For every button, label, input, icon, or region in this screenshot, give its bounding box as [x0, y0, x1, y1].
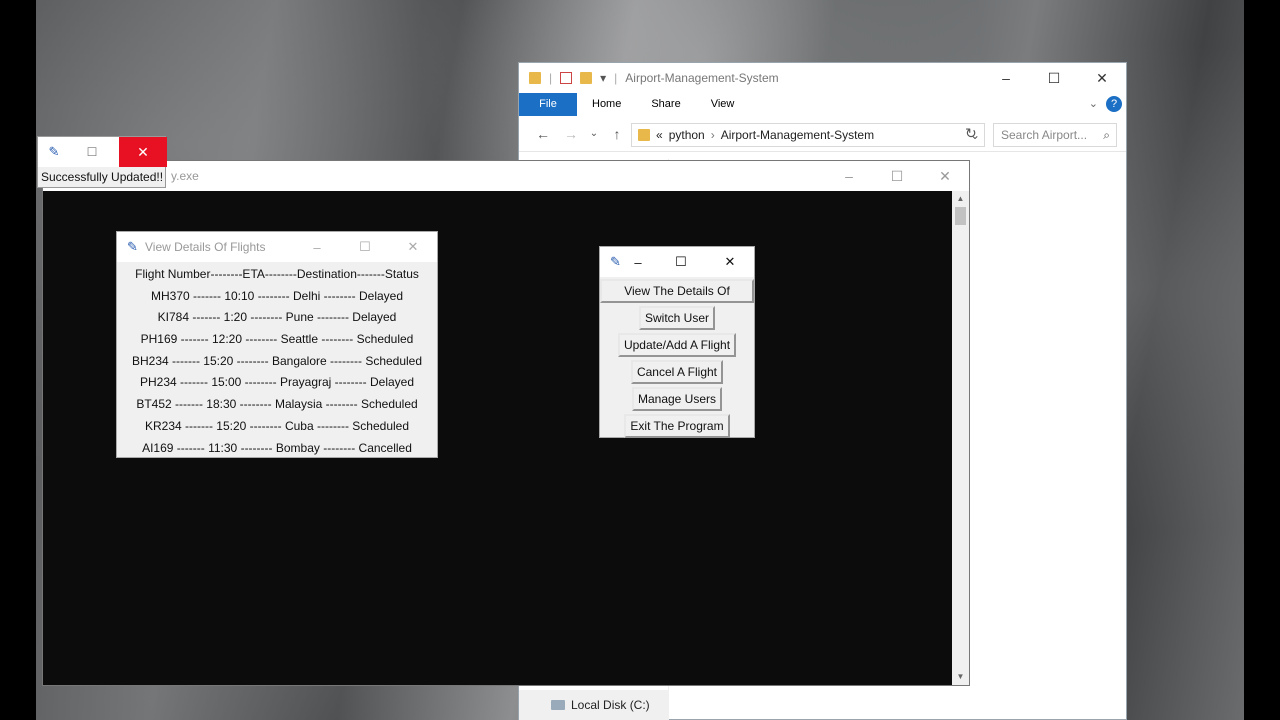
- popup-titlebar: ✎ ☐ ✕: [38, 137, 167, 167]
- close-button[interactable]: ✕: [1078, 63, 1126, 93]
- up-icon[interactable]: ↑: [603, 126, 631, 142]
- manage-users-button[interactable]: Manage Users: [631, 387, 723, 411]
- nav-item-local-disk[interactable]: Local Disk (C:): [519, 690, 669, 720]
- flight-row: PH234 ------- 15:00 -------- Prayagraj -…: [139, 375, 415, 390]
- minimize-button[interactable]: –: [620, 247, 656, 277]
- maximize-button[interactable]: ☐: [656, 247, 706, 277]
- feather-icon: ✎: [48, 144, 60, 159]
- flight-row: BT452 ------- 18:30 -------- Malaysia --…: [136, 397, 418, 412]
- flight-details-titlebar: ✎ View Details Of Flights – ☐ ✕: [117, 232, 437, 262]
- maximize-button[interactable]: ☐: [68, 137, 116, 167]
- tab-home[interactable]: Home: [577, 93, 636, 116]
- chevron-right-icon: ›: [710, 128, 715, 142]
- nav-item-label: Local Disk (C:): [571, 698, 650, 712]
- flight-row: PH169 ------- 12:20 -------- Seattle ---…: [140, 332, 414, 347]
- close-button[interactable]: ✕: [706, 247, 754, 277]
- main-menu-window: ✎ – ☐ ✕ View The Details Of Flights Swit…: [599, 246, 755, 438]
- scroll-thumb[interactable]: [955, 207, 966, 225]
- back-icon[interactable]: ←: [529, 126, 557, 142]
- flight-row: MH370 ------- 10:10 -------- Delhi -----…: [151, 288, 403, 303]
- close-button[interactable]: ✕: [921, 161, 969, 191]
- new-folder-icon[interactable]: [580, 72, 593, 84]
- flight-details-title: View Details Of Flights: [145, 240, 266, 254]
- switch-user-button[interactable]: Switch User: [638, 306, 715, 330]
- explorer-titlebar: | ▾ | Airport-Management-System – ☐ ✕: [519, 63, 1126, 93]
- tab-file[interactable]: File: [519, 93, 577, 116]
- minimize-button[interactable]: –: [825, 161, 873, 191]
- refresh-icon[interactable]: ↻: [965, 125, 977, 142]
- console-border: [43, 191, 61, 685]
- flight-list-header: Flight Number--------ETA--------Destinat…: [135, 267, 419, 281]
- console-titlebar: y.exe – ☐ ✕: [43, 161, 969, 191]
- flight-row: KR234 ------- 15:20 -------- Cuba ------…: [144, 418, 410, 433]
- folder-icon: [638, 129, 650, 141]
- flight-row: AI169 ------- 11:30 -------- Bombay ----…: [142, 440, 412, 455]
- flight-row: KI784 ------- 1:20 -------- Pune -------…: [157, 310, 397, 325]
- maximize-button[interactable]: ☐: [341, 232, 389, 262]
- breadcrumb-project[interactable]: Airport-Management-System: [721, 128, 874, 142]
- maximize-button[interactable]: ☐: [873, 161, 921, 191]
- minimize-button[interactable]: –: [982, 63, 1030, 93]
- update-add-flight-button[interactable]: Update/Add A Flight: [617, 333, 737, 357]
- path-overflow[interactable]: «: [656, 128, 663, 142]
- customize-toolbar-icon[interactable]: ▾: [600, 71, 606, 85]
- scroll-down-icon[interactable]: ▼: [952, 669, 969, 685]
- search-placeholder: Search Airport...: [1001, 128, 1088, 142]
- menu-buttons: View The Details Of Flights Switch User …: [600, 277, 754, 441]
- explorer-title: Airport-Management-System: [625, 71, 779, 85]
- view-flights-button[interactable]: View The Details Of Flights: [600, 279, 754, 318]
- console-scrollbar[interactable]: ▲ ▼: [952, 191, 969, 685]
- ribbon-tabs: File Home Share View ⌄ ?: [519, 93, 1126, 116]
- folder-icon: [529, 72, 541, 84]
- maximize-button[interactable]: ☐: [1030, 63, 1078, 93]
- properties-icon[interactable]: [560, 72, 573, 84]
- expand-ribbon-icon[interactable]: ⌄: [1089, 97, 1098, 110]
- close-button[interactable]: ✕: [389, 232, 437, 262]
- search-icon: ⌕: [1103, 127, 1110, 142]
- forward-icon[interactable]: →: [557, 126, 585, 142]
- close-button[interactable]: ✕: [119, 137, 167, 167]
- drive-icon: [551, 700, 565, 710]
- success-popup: ✎ ☐ ✕ Successfully Updated!!: [37, 136, 167, 188]
- breadcrumb-python[interactable]: python: [669, 128, 705, 142]
- success-message: Successfully Updated!!: [41, 170, 164, 184]
- flight-list: Flight Number--------ETA--------Destinat…: [117, 262, 437, 459]
- main-menu-titlebar: ✎ – ☐ ✕: [600, 247, 754, 277]
- search-input[interactable]: Search Airport... ⌕: [993, 123, 1117, 147]
- console-title: y.exe: [171, 169, 199, 183]
- tab-share[interactable]: Share: [636, 93, 695, 116]
- cancel-flight-button[interactable]: Cancel A Flight: [630, 360, 724, 384]
- flight-details-window: ✎ View Details Of Flights – ☐ ✕ Flight N…: [116, 231, 438, 458]
- feather-icon: ✎: [127, 239, 138, 254]
- feather-icon: ✎: [610, 254, 621, 269]
- address-bar[interactable]: « python › Airport-Management-System ⌄: [631, 123, 985, 147]
- minimize-button[interactable]: –: [293, 232, 341, 262]
- flight-row: BH234 ------- 15:20 -------- Bangalore -…: [131, 353, 423, 368]
- tab-view[interactable]: View: [696, 93, 750, 116]
- exit-program-button[interactable]: Exit The Program: [624, 414, 730, 438]
- recent-locations-icon[interactable]: ⌄: [585, 128, 603, 139]
- help-icon[interactable]: ?: [1106, 96, 1122, 112]
- scroll-up-icon[interactable]: ▲: [952, 191, 969, 207]
